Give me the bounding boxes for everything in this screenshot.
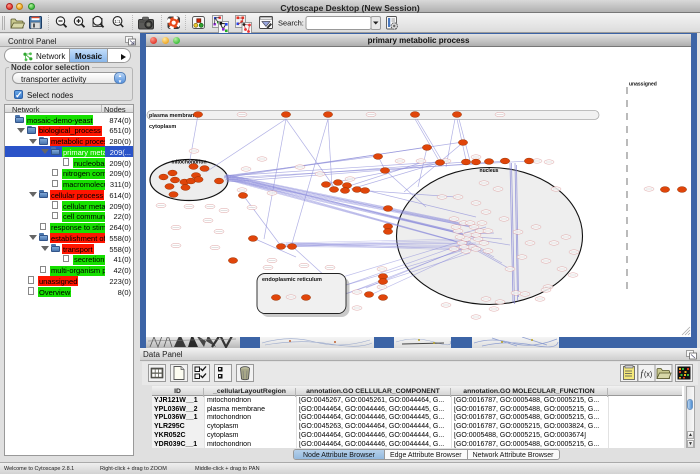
svg-text:1:1: 1:1 — [114, 19, 121, 24]
svg-text:nucleus: nucleus — [480, 168, 499, 174]
svg-text:cytoplasm: cytoplasm — [149, 124, 176, 130]
svg-text:mitochondrion: mitochondrion — [172, 160, 207, 166]
svg-text:(x): (x) — [644, 372, 652, 379]
svg-text:endoplasmic reticulum: endoplasmic reticulum — [262, 277, 322, 283]
svg-text:plasma membrane: plasma membrane — [149, 113, 197, 119]
svg-text:unassigned: unassigned — [629, 82, 657, 88]
svg-text:Search:: Search: — [278, 19, 304, 28]
